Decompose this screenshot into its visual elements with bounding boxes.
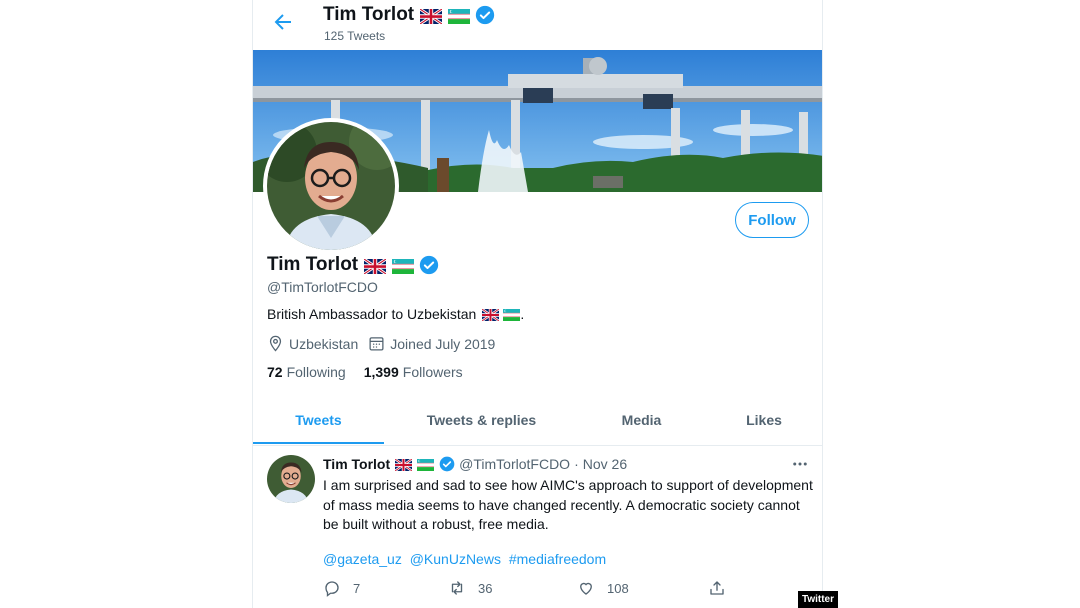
back-arrow-icon[interactable] [271, 10, 295, 34]
followers-label: Followers [402, 364, 463, 380]
tweet-separator: · [574, 456, 579, 472]
follow-button[interactable]: Follow [735, 202, 809, 238]
calendar-icon [368, 335, 385, 352]
uk-flag-icon [481, 308, 500, 322]
uzbekistan-flag-icon [503, 308, 521, 321]
location-item: Uzbekistan [267, 335, 358, 352]
retweet-button[interactable]: 36 [448, 579, 492, 597]
retweet-icon [451, 581, 463, 595]
uzbekistan-flag-icon [448, 8, 471, 24]
profile-bio: British Ambassador to Uzbekistan . [267, 306, 524, 322]
profile-handle: @TimTorlotFCDO [267, 279, 378, 295]
header-title-row: Tim Torlot [323, 4, 495, 26]
tab-tweets[interactable]: Tweets [253, 396, 384, 444]
like-count: 108 [607, 580, 629, 596]
location-text: Uzbekistan [289, 335, 359, 352]
profile-name: Tim Torlot [267, 254, 359, 275]
followers-count: 1,399 [363, 364, 399, 380]
tab-media[interactable]: Media [579, 396, 704, 444]
share-button[interactable] [708, 579, 738, 597]
joined-item: Joined July 2019 [368, 335, 495, 352]
profile-avatar[interactable] [263, 118, 399, 254]
joined-text: Joined July 2019 [390, 335, 496, 352]
like-icon [580, 582, 592, 595]
retweet-count: 36 [478, 580, 493, 596]
tweet-actions: 7 36 108 [323, 579, 743, 599]
tweet-count: 125 Tweets [324, 29, 386, 43]
tweet-mentions: @gazeta_uz @KunUzNews #mediafreedom [323, 551, 610, 567]
profile-page: Tim Torlot 125 Tweets Follow Tim Torlot … [252, 0, 823, 608]
tweet-author-name[interactable]: Tim Torlot [323, 456, 390, 472]
follow-stats: 72 Following 1,399 Followers [267, 364, 481, 380]
tweet-date[interactable]: Nov 26 [583, 456, 627, 472]
tweet-author-handle[interactable]: @TimTorlotFCDO [459, 456, 570, 472]
tab-likes[interactable]: Likes [704, 396, 822, 444]
following-count: 72 [267, 364, 283, 380]
profile-meta: Uzbekistan Joined July 2019 [267, 335, 505, 352]
active-tab-indicator [253, 442, 384, 444]
tab-tweets-replies[interactable]: Tweets & replies [384, 396, 579, 444]
mention-link[interactable]: @KunUzNews [410, 551, 501, 567]
tweet-header: Tim Torlot @TimTorlotFCDO · Nov 26 [323, 456, 627, 472]
location-icon [267, 335, 284, 352]
followers-link[interactable]: 1,399 Followers [364, 364, 463, 380]
more-icon[interactable] [791, 455, 809, 473]
profile-header-bar: Tim Torlot 125 Tweets [253, 0, 822, 49]
like-button[interactable]: 108 [577, 579, 629, 597]
uzbekistan-flag-icon [417, 458, 435, 471]
twitter-watermark: Twitter [798, 591, 838, 608]
verified-badge-icon [475, 5, 495, 25]
tweet-avatar[interactable] [267, 455, 315, 503]
tweet-text: I am surprised and sad to see how AIMC's… [323, 477, 813, 532]
uk-flag-icon [363, 257, 387, 275]
reply-count: 7 [353, 580, 361, 596]
profile-name-row: Tim Torlot [267, 254, 439, 276]
verified-badge-icon [439, 456, 455, 472]
following-label: Following [286, 364, 346, 380]
uk-flag-icon [394, 458, 413, 472]
uzbekistan-flag-icon [392, 258, 415, 274]
reply-icon [325, 581, 339, 597]
reply-button[interactable]: 7 [323, 579, 360, 597]
bio-suffix: . [520, 306, 525, 322]
uk-flag-icon [419, 7, 443, 25]
header-name: Tim Torlot [323, 4, 415, 25]
bio-text: British Ambassador to Uzbekistan [267, 306, 477, 322]
share-icon [710, 581, 724, 595]
verified-badge-icon [419, 255, 439, 275]
tweet[interactable]: Tim Torlot @TimTorlotFCDO · Nov 26 I am … [253, 447, 822, 608]
mention-link[interactable]: @gazeta_uz [323, 551, 402, 567]
following-link[interactable]: 72 Following [267, 364, 346, 380]
hashtag-link[interactable]: #mediafreedom [509, 551, 606, 567]
profile-tabs: Tweets Tweets & replies Media Likes [253, 396, 822, 446]
